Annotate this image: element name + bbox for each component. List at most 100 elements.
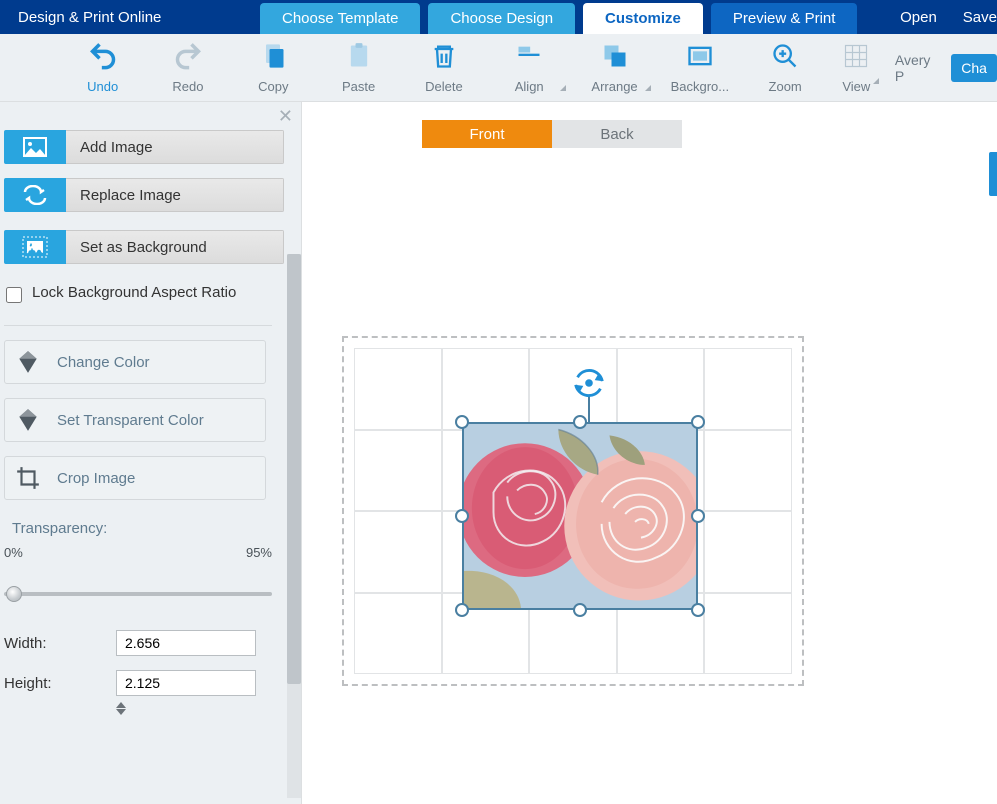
set-background-label: Set as Background — [66, 230, 284, 264]
back-tab[interactable]: Back — [552, 120, 682, 148]
width-label: Width: — [4, 635, 104, 652]
replace-image-label: Replace Image — [66, 178, 284, 212]
transparency-slider[interactable] — [4, 576, 272, 606]
width-row: Width: — [4, 630, 291, 656]
tab-choose-template[interactable]: Choose Template — [260, 3, 420, 34]
transparency-label: Transparency: — [12, 520, 291, 537]
card-bleed-area — [342, 336, 804, 686]
scrollbar-thumb[interactable] — [287, 254, 301, 684]
diamond-icon — [15, 407, 41, 433]
set-transparent-color-button[interactable]: Set Transparent Color — [4, 398, 266, 442]
dropdown-indicator — [873, 78, 879, 84]
background-set-icon — [4, 230, 66, 264]
workflow-steps: Choose Template Choose Design Customize … — [260, 0, 857, 34]
redo-button[interactable]: Redo — [145, 34, 230, 101]
diamond-icon — [15, 349, 41, 375]
replace-image-button[interactable]: Replace Image — [4, 178, 284, 212]
copy-icon — [259, 42, 287, 73]
canvas-area: Front Back — [302, 102, 997, 804]
dropdown-indicator — [560, 85, 566, 91]
paste-button[interactable]: Paste — [316, 34, 401, 101]
align-button[interactable]: Align — [487, 34, 572, 101]
copy-button[interactable]: Copy — [231, 34, 316, 101]
background-button[interactable]: Backgro... — [657, 34, 742, 101]
set-background-button[interactable]: Set as Background — [4, 230, 284, 264]
redo-label: Redo — [172, 79, 203, 94]
height-label: Height: — [4, 675, 104, 692]
trash-icon — [430, 42, 458, 73]
crop-icon — [15, 465, 41, 491]
selected-image[interactable] — [462, 422, 698, 610]
paste-icon — [345, 42, 373, 73]
save-link[interactable]: Save — [963, 9, 997, 26]
resize-handle-s[interactable] — [573, 603, 587, 617]
change-color-button[interactable]: Change Color — [4, 340, 266, 384]
paste-label: Paste — [342, 79, 375, 94]
change-button[interactable]: Cha — [951, 54, 997, 82]
arrange-label: Arrange — [591, 79, 637, 94]
align-icon — [515, 42, 543, 73]
right-panel-toggle[interactable] — [989, 152, 997, 196]
toolbar: Undo Redo Copy Paste Delete Align — [0, 34, 997, 102]
view-label: View — [842, 79, 870, 94]
undo-button[interactable]: Undo — [60, 34, 145, 101]
replace-icon — [4, 178, 66, 212]
sidebar-scrollbar[interactable] — [287, 254, 301, 798]
slider-min: 0% — [4, 545, 23, 560]
resize-handle-e[interactable] — [691, 509, 705, 523]
top-right-actions: Open Save — [900, 0, 997, 34]
zoom-label: Zoom — [769, 79, 802, 94]
main-layout: ✕ Add Image Replace Image Set as Backgro… — [0, 102, 997, 804]
copy-label: Copy — [258, 79, 288, 94]
delete-button[interactable]: Delete — [401, 34, 486, 101]
arrange-icon — [601, 42, 629, 73]
brand-label: Design & Print Online — [0, 0, 260, 34]
width-input[interactable] — [116, 630, 256, 656]
height-input[interactable] — [116, 670, 256, 696]
image-icon — [4, 130, 66, 164]
arrange-button[interactable]: Arrange — [572, 34, 657, 101]
resize-handle-sw[interactable] — [455, 603, 469, 617]
spinner-up-icon[interactable] — [116, 702, 126, 708]
front-tab[interactable]: Front — [422, 120, 552, 148]
tab-customize[interactable]: Customize — [583, 3, 703, 34]
slider-knob[interactable] — [6, 586, 22, 602]
resize-handle-n[interactable] — [573, 415, 587, 429]
add-image-button[interactable]: Add Image — [4, 130, 284, 164]
top-bar: Design & Print Online Choose Template Ch… — [0, 0, 997, 34]
crop-image-button[interactable]: Crop Image — [4, 456, 266, 500]
tab-choose-design[interactable]: Choose Design — [428, 3, 575, 34]
set-transparent-color-label: Set Transparent Color — [57, 412, 204, 429]
lock-aspect-input[interactable] — [6, 287, 22, 303]
lock-aspect-label: Lock Background Aspect Ratio — [32, 284, 236, 301]
view-button[interactable]: View — [828, 42, 885, 94]
product-search-label: Avery P — [895, 52, 941, 84]
resize-handle-ne[interactable] — [691, 415, 705, 429]
undo-icon — [89, 42, 117, 73]
background-label: Backgro... — [671, 79, 730, 94]
spinner-down-icon[interactable] — [116, 709, 126, 715]
height-row: Height: — [4, 670, 291, 696]
rotate-handle[interactable] — [570, 364, 608, 402]
divider — [4, 325, 272, 326]
resize-handle-nw[interactable] — [455, 415, 469, 429]
resize-handle-se[interactable] — [691, 603, 705, 617]
zoom-button[interactable]: Zoom — [743, 34, 828, 101]
resize-handle-w[interactable] — [455, 509, 469, 523]
undo-label: Undo — [87, 79, 118, 94]
change-color-label: Change Color — [57, 354, 150, 371]
tab-preview-print[interactable]: Preview & Print — [711, 3, 858, 34]
card-grid — [354, 348, 792, 674]
crop-image-label: Crop Image — [57, 470, 135, 487]
close-icon[interactable]: ✕ — [278, 106, 293, 127]
add-image-label: Add Image — [66, 130, 284, 164]
slider-max: 95% — [246, 545, 272, 560]
height-spinner[interactable] — [116, 702, 291, 715]
lock-aspect-checkbox[interactable]: Lock Background Aspect Ratio — [4, 278, 260, 309]
grid-icon — [842, 42, 870, 73]
sidebar: ✕ Add Image Replace Image Set as Backgro… — [0, 102, 302, 804]
dropdown-indicator — [645, 85, 651, 91]
align-label: Align — [515, 79, 544, 94]
open-link[interactable]: Open — [900, 9, 937, 26]
delete-label: Delete — [425, 79, 463, 94]
